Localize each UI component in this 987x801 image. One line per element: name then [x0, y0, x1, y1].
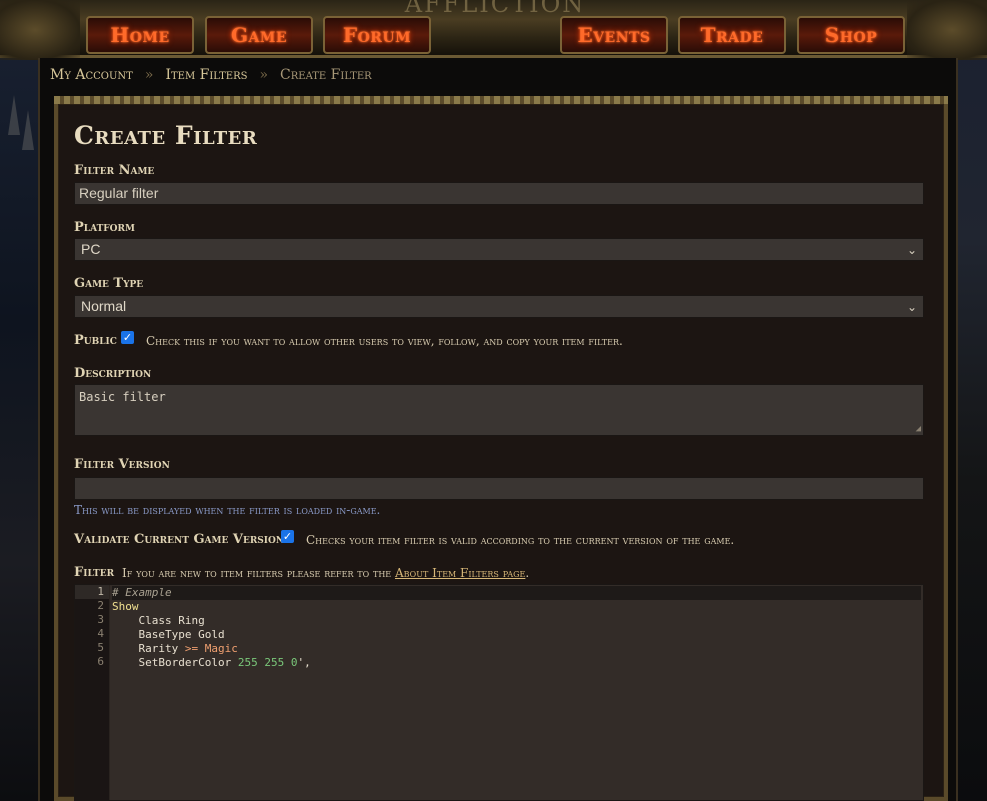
platform-selected-value: PC [81, 241, 101, 257]
top-navigation-bar: AFFLICTION Home Game Forum Events Trade … [0, 0, 987, 60]
chevron-down-icon: ⌄ [906, 300, 917, 314]
code-number: 255 255 0 [237, 656, 298, 669]
checkmark-icon: ✓ [122, 331, 133, 344]
breadcrumb-my-account[interactable]: My Account [50, 67, 133, 83]
code-line: Class Ring [112, 614, 205, 627]
platform-label: Platform [74, 220, 135, 235]
filter-hint-prefix: If you are new to item filters please re… [122, 566, 392, 580]
line-number: 1 [75, 585, 109, 599]
code-value: Magic [198, 642, 238, 655]
filter-version-label: Filter Version [74, 457, 170, 472]
description-label: Description [74, 366, 152, 381]
line-number: 3 [97, 613, 104, 626]
nav-game-button[interactable]: Game [205, 16, 313, 54]
public-hint: Check this if you want to allow other us… [146, 334, 623, 348]
code-operator: >= [184, 642, 199, 655]
line-number: 4 [97, 627, 104, 640]
filter-name-label: Filter Name [74, 163, 155, 178]
filter-code-editor[interactable]: 1 2 3 4 5 6 # Example Show Class Ring Ba… [74, 584, 924, 801]
filter-version-input[interactable] [74, 477, 924, 500]
code-line: # Example [112, 586, 921, 600]
chevron-down-icon: ⌄ [906, 243, 917, 257]
nav-events-button[interactable]: Events [560, 16, 668, 54]
filter-name-input[interactable]: Regular filter [74, 182, 924, 205]
filter-hint-suffix: . [525, 566, 530, 580]
breadcrumb-create-filter: Create Filter [280, 67, 372, 83]
nav-trade-button[interactable]: Trade [678, 16, 786, 54]
code-line: SetBorderColor 255 255 0', [112, 656, 921, 670]
code-keyword: Show [112, 600, 139, 613]
checkmark-icon: ✓ [282, 530, 293, 543]
code-comment: # Example [112, 586, 172, 599]
code-token: Rarity [112, 642, 185, 655]
filter-version-hint: This will be displayed when the filter i… [74, 503, 381, 517]
game-type-label: Game Type [74, 276, 144, 291]
filter-label: Filter [74, 565, 115, 580]
nav-home-button[interactable]: Home [86, 16, 194, 54]
right-ornament [907, 0, 987, 60]
game-type-selected-value: Normal [81, 298, 127, 314]
code-content[interactable]: # Example Show Class Ring BaseType Gold … [112, 586, 921, 670]
code-line: Show [112, 600, 921, 614]
filter-hint: If you are new to item filters please re… [122, 566, 529, 580]
line-number: 5 [97, 641, 104, 654]
line-number: 6 [97, 655, 104, 668]
breadcrumb-item-filters[interactable]: Item Filters [165, 67, 247, 83]
panel-border-decoration [54, 96, 948, 104]
nav-shop-button[interactable]: Shop [797, 16, 905, 54]
breadcrumb-separator: » [259, 67, 269, 83]
line-number: 2 [97, 599, 104, 612]
public-checkbox[interactable]: ✓ [121, 331, 134, 344]
game-type-select[interactable]: Normal ⌄ [74, 295, 924, 318]
resize-handle-icon[interactable]: ◢ [916, 424, 921, 434]
left-ornament [0, 0, 80, 60]
about-item-filters-link[interactable]: About Item Filters page [395, 566, 525, 580]
breadcrumb: My Account » Item Filters » Create Filte… [38, 58, 958, 92]
description-value: Basic filter [79, 390, 166, 404]
validate-checkbox[interactable]: ✓ [281, 530, 294, 543]
spike-decoration [22, 110, 34, 150]
validate-hint: Checks your item filter is valid accordi… [306, 533, 735, 547]
breadcrumb-separator: » [144, 67, 154, 83]
nav-forum-button[interactable]: Forum [323, 16, 431, 54]
line-number-gutter: 1 2 3 4 5 6 [75, 585, 110, 800]
validate-label: Validate Current Game Version [74, 532, 285, 547]
code-line: Rarity >= Magic [112, 642, 921, 656]
code-token: SetBorderColor [112, 656, 238, 669]
code-line: BaseType Gold [112, 628, 225, 641]
spike-decoration [8, 95, 20, 135]
platform-select[interactable]: PC ⌄ [74, 238, 924, 261]
page-title: Create Filter [74, 121, 258, 150]
public-label: Public [74, 333, 117, 348]
code-token: ', [297, 656, 311, 669]
description-textarea[interactable]: Basic filter ◢ [74, 384, 924, 436]
